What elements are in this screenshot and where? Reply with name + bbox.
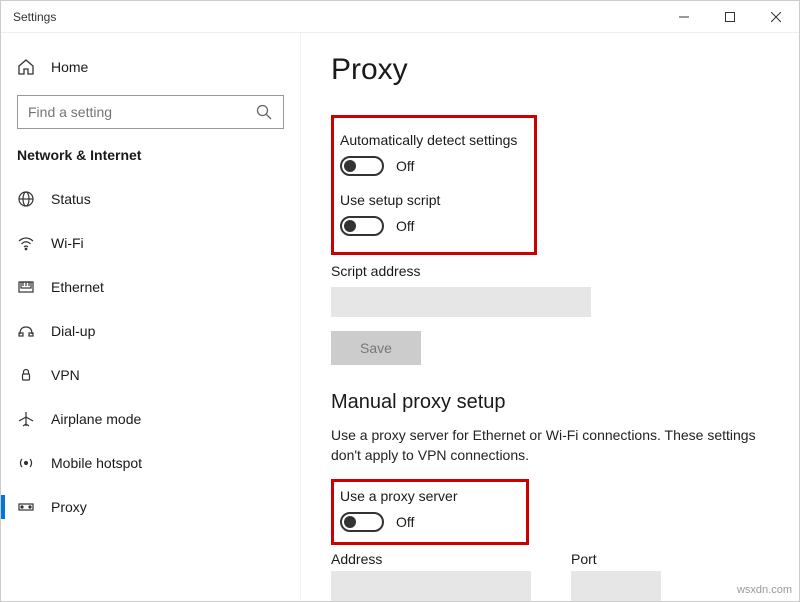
save-button[interactable]: Save [331,331,421,365]
sidebar-item-status[interactable]: Status [1,177,300,221]
home-icon [17,58,35,76]
ethernet-icon [17,278,35,296]
sidebar-item-label: Wi-Fi [51,235,84,251]
page-title: Proxy [331,53,789,87]
window-body: Home Network & Internet Status Wi-Fi [1,33,799,601]
script-address-label: Script address [331,263,789,279]
use-proxy-state: Off [396,514,414,530]
search-input[interactable] [28,104,247,120]
airplane-icon [17,410,35,428]
sidebar-item-vpn[interactable]: VPN [1,353,300,397]
sidebar-item-hotspot[interactable]: Mobile hotspot [1,441,300,485]
search-icon [255,103,273,121]
sidebar-item-proxy[interactable]: Proxy [1,485,300,529]
globe-icon [17,190,35,208]
sidebar-item-ethernet[interactable]: Ethernet [1,265,300,309]
sidebar-home[interactable]: Home [1,45,300,89]
dialup-icon [17,322,35,340]
hotspot-icon [17,454,35,472]
close-button[interactable] [753,1,799,33]
watermark: wsxdn.com [737,584,792,596]
use-proxy-toggle[interactable] [340,512,384,532]
manual-section-title: Manual proxy setup [331,391,789,414]
sidebar-item-label: VPN [51,367,80,383]
use-script-label: Use setup script [340,192,526,208]
script-address-input[interactable] [331,287,591,317]
highlight-box-auto: Automatically detect settings Off Use se… [331,115,537,255]
sidebar-home-label: Home [51,59,88,75]
sidebar-item-label: Mobile hotspot [51,455,142,471]
manual-description: Use a proxy server for Ethernet or Wi-Fi… [331,426,771,465]
sidebar-item-label: Ethernet [51,279,104,295]
sidebar-item-label: Airplane mode [51,411,141,427]
search-box[interactable] [17,95,284,129]
vpn-icon [17,366,35,384]
use-script-toggle[interactable] [340,216,384,236]
sidebar-item-wifi[interactable]: Wi-Fi [1,221,300,265]
window-controls [661,1,799,33]
use-proxy-label: Use a proxy server [340,488,518,504]
port-input[interactable] [571,571,661,601]
address-port-row: Address Port [331,551,789,601]
titlebar: Settings [1,1,799,33]
maximize-button[interactable] [707,1,753,33]
address-input[interactable] [331,571,531,601]
minimize-button[interactable] [661,1,707,33]
sidebar-item-dialup[interactable]: Dial-up [1,309,300,353]
sidebar-group-header: Network & Internet [1,141,300,177]
auto-detect-state: Off [396,158,414,174]
content: Proxy Automatically detect settings Off … [301,33,799,601]
port-label: Port [571,551,661,567]
sidebar-item-label: Status [51,191,91,207]
sidebar-item-label: Proxy [51,499,87,515]
sidebar-item-label: Dial-up [51,323,95,339]
window-title: Settings [1,10,56,24]
settings-window: Settings Home [0,0,800,602]
sidebar-item-airplane[interactable]: Airplane mode [1,397,300,441]
use-script-state: Off [396,218,414,234]
address-label: Address [331,551,531,567]
wifi-icon [17,234,35,252]
proxy-icon [17,498,35,516]
sidebar: Home Network & Internet Status Wi-Fi [1,33,301,601]
highlight-box-manual: Use a proxy server Off [331,479,529,545]
auto-detect-label: Automatically detect settings [340,132,526,148]
auto-detect-toggle[interactable] [340,156,384,176]
